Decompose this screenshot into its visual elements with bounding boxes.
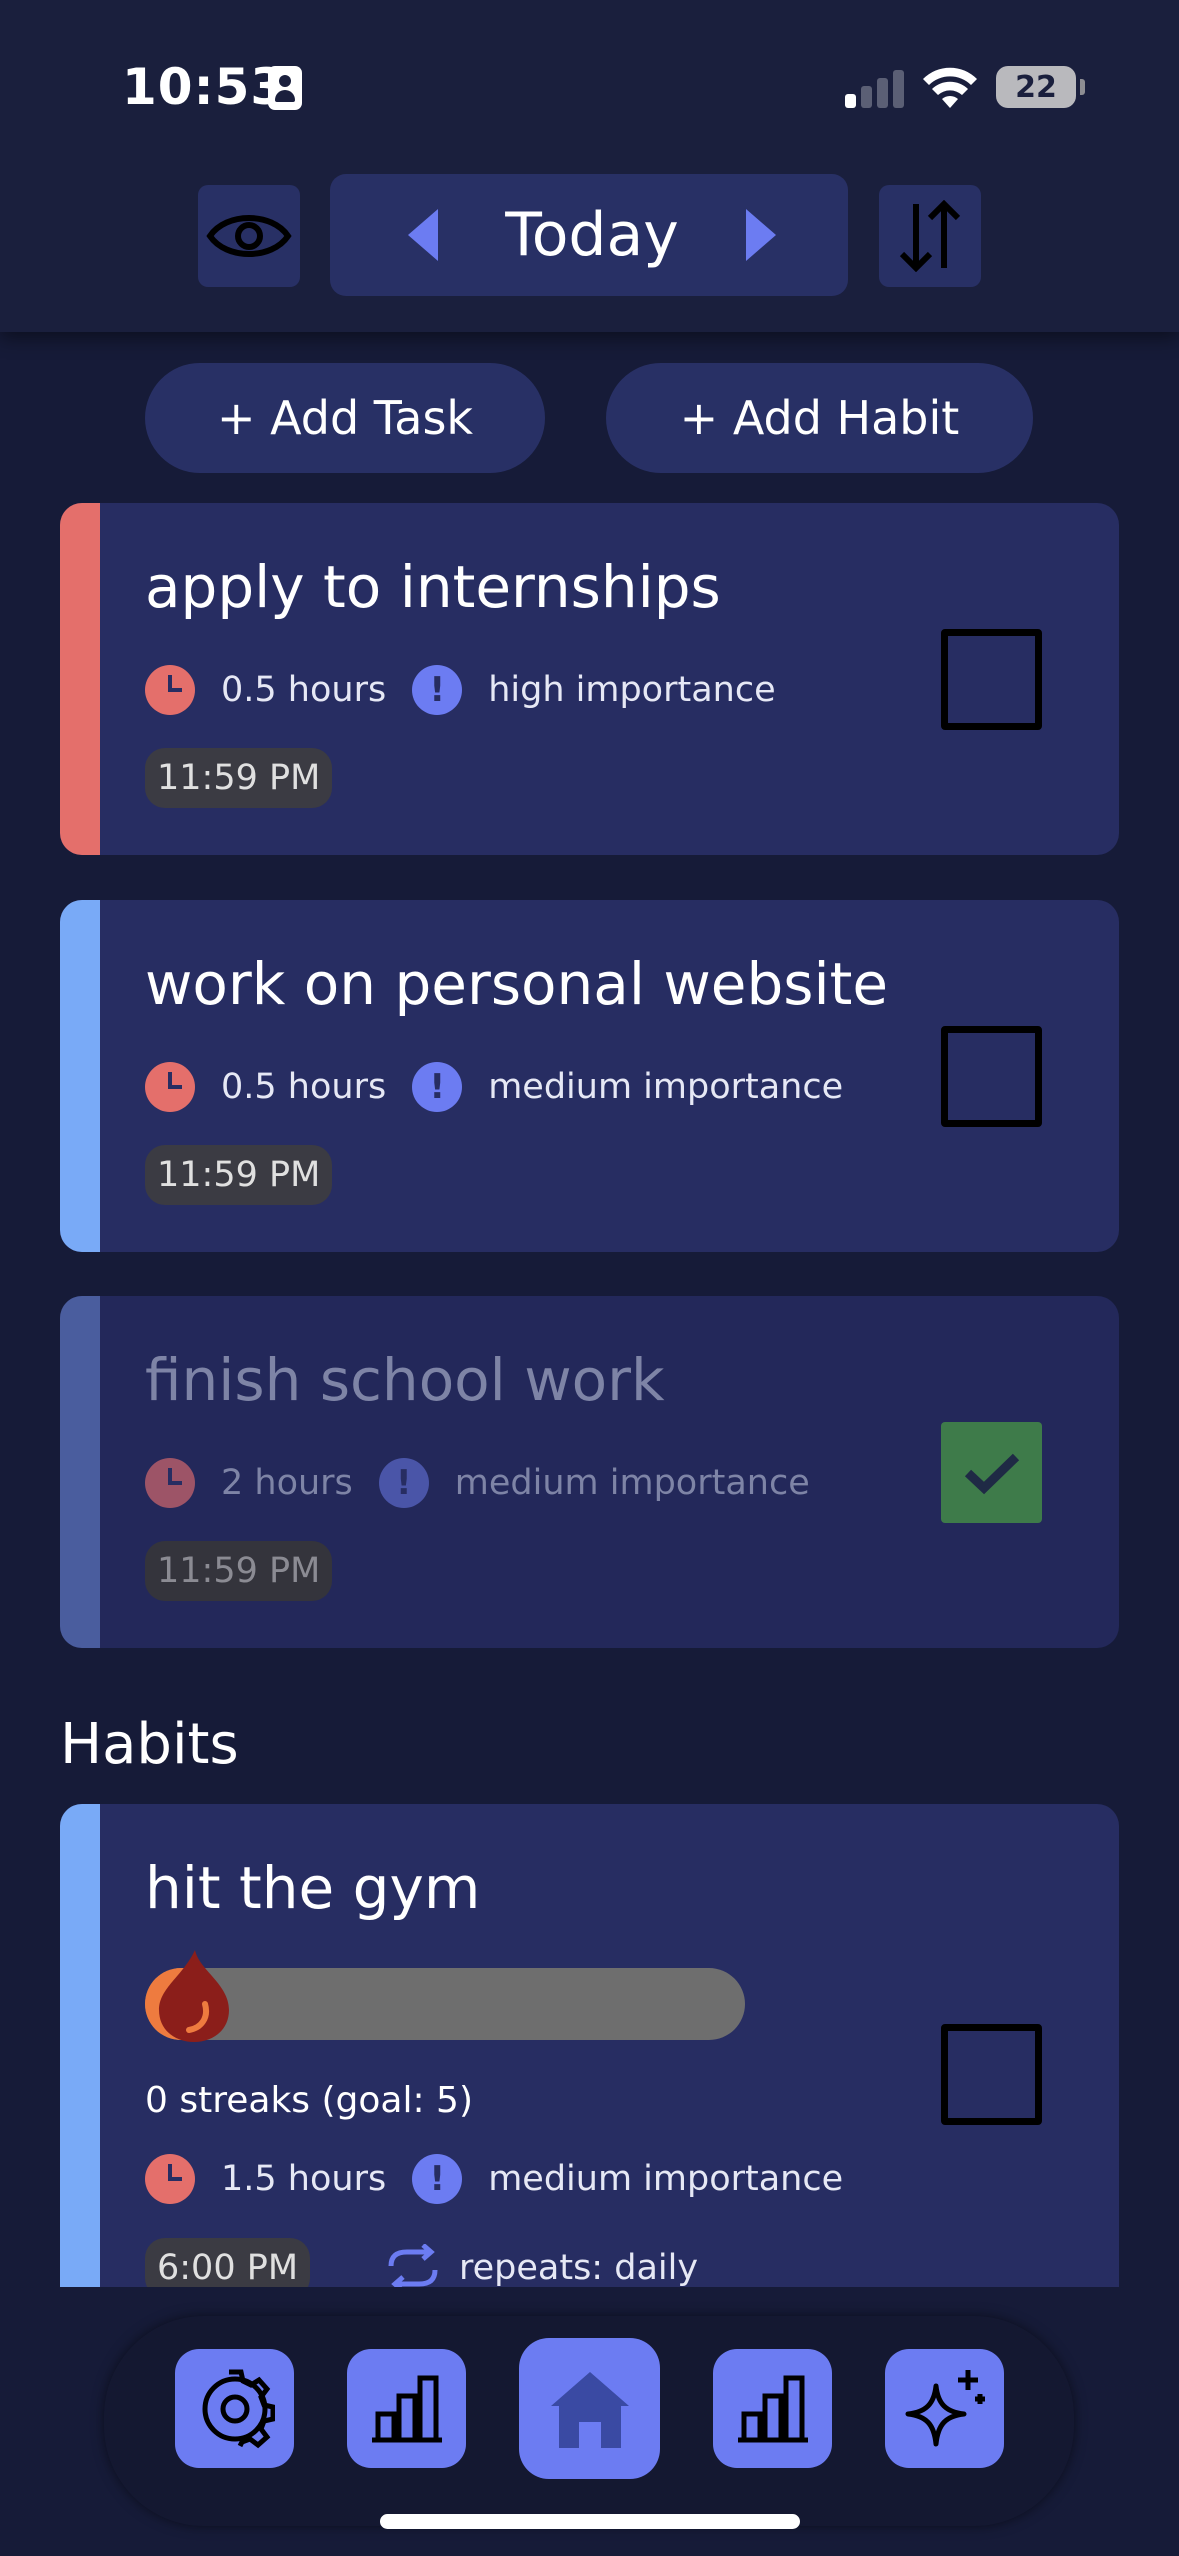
task-card-completed[interactable]: finish school work 2 hours ! medium impo… [60,1296,1119,1648]
habit-meta: 1.5 hours ! medium importance [145,2154,843,2204]
date-navigator: Today [330,174,848,296]
due-time-chip: 11:59 PM [145,1145,333,1205]
importance-icon: ! [412,1062,463,1112]
habit-complete-checkbox[interactable] [941,2024,1042,2125]
task-list-scroll-area[interactable]: + Add Task + Add Habit apply to internsh… [0,332,1179,2287]
previous-day-button[interactable] [408,209,438,261]
habit-time-chip: 6:00 PM [145,2238,311,2287]
tab-home[interactable] [519,2338,660,2479]
task-importance: medium importance [488,1067,844,1107]
habit-duration: 1.5 hours [221,2159,387,2199]
bar-chart-icon [737,2375,808,2442]
habit-title: hit the gym [145,1854,481,1922]
task-title: work on personal website [145,950,889,1018]
clock-icon [145,1062,195,1112]
task-importance: high importance [488,670,776,710]
habit-card[interactable]: hit the gym 0 streaks (goal: 5) 1.5 hour… [60,1804,1119,2287]
home-indicator [380,2514,800,2529]
cellular-signal-icon [845,70,905,108]
task-card[interactable]: apply to internships 0.5 hours ! high im… [60,503,1119,855]
flame-icon [159,1950,229,2042]
task-meta: 0.5 hours ! medium importance [145,1062,843,1112]
wifi-icon [923,67,977,108]
tab-analytics[interactable] [713,2349,832,2468]
task-complete-checkbox[interactable] [941,629,1042,730]
clock-icon [145,665,195,715]
tab-settings[interactable] [175,2349,294,2468]
importance-icon: ! [378,1458,429,1508]
importance-icon: ! [412,665,463,715]
habit-repeat-text: repeats: daily [459,2248,699,2287]
checkmark-icon [964,1453,1019,1494]
clock-icon [145,2154,195,2204]
next-day-button[interactable] [746,209,776,261]
priority-stripe [60,1804,100,2287]
task-card[interactable]: work on personal website 0.5 hours ! med… [60,900,1119,1252]
priority-stripe [60,1296,100,1648]
visibility-toggle-button[interactable] [198,185,300,287]
task-meta: 2 hours ! medium importance [145,1458,810,1508]
status-time: 10:53 [122,58,287,116]
add-task-button[interactable]: + Add Task [145,363,545,473]
due-time-chip: 11:59 PM [145,1541,333,1601]
sort-button[interactable] [879,185,981,287]
sort-arrows-icon [899,200,961,272]
habit-importance: medium importance [488,2159,844,2199]
add-habit-button[interactable]: + Add Habit [606,363,1033,473]
priority-stripe [60,503,100,855]
bottom-tab-bar [104,2316,1074,2526]
task-duration: 0.5 hours [221,670,387,710]
sparkle-icon [905,2369,985,2446]
importance-icon: ! [412,2154,463,2204]
task-title: apply to internships [145,553,721,621]
due-time-chip: 11:59 PM [145,748,333,808]
task-duration: 2 hours [221,1463,353,1503]
tab-stats[interactable] [347,2349,466,2468]
eye-icon [206,215,292,257]
streak-progress-bar [145,1950,745,2042]
gear-icon [202,2369,275,2448]
habit-repeat: repeats: daily [385,2244,698,2287]
home-icon [550,2371,629,2448]
priority-stripe [60,900,100,1252]
task-importance: medium importance [454,1463,810,1503]
repeat-icon [388,2244,438,2287]
task-complete-checkbox-checked[interactable] [941,1422,1042,1523]
top-bar: 10:53 22 Today [0,0,1179,332]
habits-heading: Habits [60,1712,239,1777]
bar-chart-icon [371,2375,442,2442]
task-complete-checkbox[interactable] [941,1026,1042,1127]
clock-icon [145,1458,195,1508]
streak-text: 0 streaks (goal: 5) [145,2080,473,2121]
date-label: Today [505,200,679,270]
contact-card-icon [268,66,302,110]
task-duration: 0.5 hours [221,1067,387,1107]
task-meta: 0.5 hours ! high importance [145,665,776,715]
tab-ai-assistant[interactable] [885,2349,1004,2468]
battery-indicator: 22 [996,66,1085,108]
task-title: finish school work [145,1346,665,1414]
